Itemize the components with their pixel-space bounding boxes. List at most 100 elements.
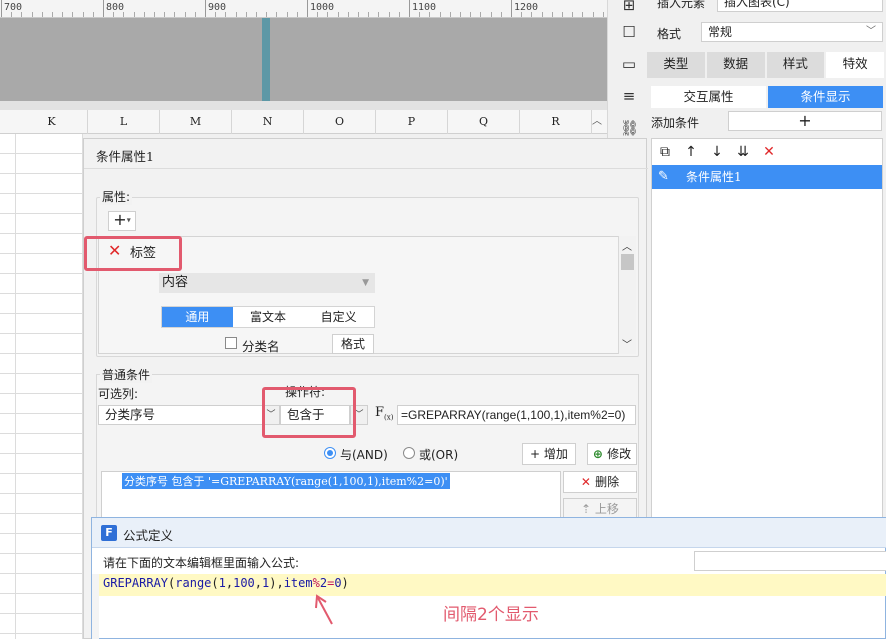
ruler-minor-tick: [562, 12, 563, 17]
column-header-r[interactable]: R: [520, 110, 592, 134]
ruler-minor-tick: [52, 12, 53, 17]
or-label: 或(OR): [419, 448, 459, 462]
column-header-l[interactable]: L: [88, 110, 160, 134]
scroll-up-icon[interactable]: ︿: [622, 238, 632, 253]
sort-down-icon[interactable]: ⇊: [734, 143, 752, 161]
or-radio[interactable]: [403, 447, 415, 459]
format-select[interactable]: 常规 ﹀: [701, 22, 883, 42]
formula-icon[interactable]: F(x): [375, 405, 393, 422]
ruler-minor-tick: [296, 12, 298, 17]
tab-condition-display[interactable]: 条件显示: [768, 86, 883, 108]
tab-data[interactable]: 数据: [706, 52, 765, 78]
ruler-label: 800: [106, 2, 125, 13]
property-group-label: 属性:: [100, 188, 133, 205]
formula-input[interactable]: =GREPARRAY(range(1,100,1),item%2=0): [397, 405, 636, 425]
add-property-button[interactable]: +▾: [108, 211, 136, 231]
link-icon[interactable]: ⛓: [620, 119, 639, 137]
scroll-up-icon[interactable]: ︿: [590, 112, 604, 127]
ruler-label: 1100: [412, 2, 437, 13]
tab-rich-text[interactable]: 富文本: [233, 307, 304, 327]
property-tabs: 类型 数据 样式 特效: [647, 52, 886, 78]
layout-icon[interactable]: ≡: [620, 87, 638, 105]
ruler-minor-tick: [327, 12, 329, 17]
add-button[interactable]: + 增加: [522, 443, 576, 465]
ruler-minor-tick: [317, 12, 319, 17]
canvas-divider: [0, 101, 607, 110]
format-label: 格式: [657, 27, 682, 41]
app-logo-icon: F: [101, 525, 117, 541]
arrow-up-icon[interactable]: ↑: [682, 143, 700, 161]
insert-element-label: 插入元素: [657, 0, 706, 10]
ruler-minor-tick: [235, 12, 237, 17]
ruler-minor-tick: [41, 12, 43, 17]
column-header-n[interactable]: N: [232, 110, 304, 134]
annotation-box-tag: [84, 236, 182, 271]
ruler-label: 1000: [310, 2, 335, 13]
condition-list-item[interactable]: ✎ 条件属性1: [652, 165, 882, 189]
ruler-minor-tick: [531, 12, 533, 17]
arrow-down-icon[interactable]: ↓: [708, 143, 726, 161]
close-icon: ✕: [580, 475, 596, 489]
plus-icon: +: [530, 447, 544, 461]
ruler-minor-tick: [500, 12, 502, 17]
add-condition-button[interactable]: +: [728, 111, 882, 131]
ruler-minor-tick: [551, 12, 553, 17]
ruler: 700 800 900 1000 1100 1200: [0, 0, 607, 18]
ruler-minor-tick: [133, 12, 135, 17]
tab-effects[interactable]: 特效: [826, 52, 884, 78]
ruler-minor-tick: [21, 12, 23, 17]
column-header-p[interactable]: P: [376, 110, 448, 134]
format-button[interactable]: 格式: [332, 334, 374, 354]
square-icon[interactable]: ☐: [620, 23, 638, 41]
canvas-selection-marker[interactable]: [262, 18, 270, 101]
chevron-down-icon: ﹀: [866, 26, 876, 37]
formula-token: ,: [254, 576, 263, 590]
content-select[interactable]: 内容 ▼: [159, 273, 375, 293]
tab-style[interactable]: 样式: [766, 52, 825, 78]
column-header-m[interactable]: M: [160, 110, 232, 134]
tab-type[interactable]: 类型: [647, 52, 705, 78]
ruler-minor-tick: [480, 12, 482, 17]
property-scrollbar[interactable]: ︿ ﹀: [618, 236, 636, 354]
ruler-minor-tick: [419, 12, 421, 17]
sheet-grid[interactable]: [0, 134, 83, 639]
ruler-minor-tick: [92, 12, 94, 17]
ruler-minor-tick: [62, 12, 64, 17]
tab-general[interactable]: 通用: [162, 307, 233, 327]
optional-column-select[interactable]: 分类序号: [98, 405, 280, 425]
ruler-label: 1200: [514, 2, 539, 13]
formula-token: ,: [225, 576, 234, 590]
copy-icon[interactable]: ⧉: [656, 143, 674, 161]
cell-element-icon[interactable]: ⊞: [620, 0, 638, 14]
formula-token: GREPARRAY: [103, 576, 169, 590]
delete-icon[interactable]: ✕: [760, 143, 778, 161]
column-header-o[interactable]: O: [304, 110, 376, 134]
scroll-thumb[interactable]: [621, 254, 634, 270]
ruler-minor-tick: [388, 12, 390, 17]
formula-editor[interactable]: GREPARRAY(range(1,100,1),item%2=0): [99, 574, 886, 596]
formula-search-input[interactable]: [694, 551, 886, 571]
tab-custom[interactable]: 自定义: [303, 307, 374, 327]
condition-list-toolbar: ⧉ ↑ ↓ ⇊ ✕: [656, 143, 778, 161]
ruler-minor-tick: [154, 12, 155, 17]
column-header-k[interactable]: K: [16, 110, 88, 134]
ruler-minor-tick: [378, 12, 380, 17]
and-radio[interactable]: [324, 447, 336, 459]
divider: [84, 168, 648, 169]
ruler-minor-tick: [174, 12, 176, 17]
category-name-checkbox[interactable]: [225, 337, 237, 349]
widget-icon[interactable]: ▭: [620, 55, 638, 73]
design-canvas[interactable]: [0, 18, 607, 101]
ruler-minor-tick: [143, 12, 145, 17]
normal-condition-label: 普通条件: [100, 366, 153, 383]
modify-button[interactable]: ⊕ 修改: [587, 443, 637, 465]
column-header-q[interactable]: Q: [448, 110, 520, 134]
scroll-down-icon[interactable]: ﹀: [622, 336, 632, 351]
ruler-minor-tick: [194, 12, 196, 17]
ruler-minor-tick: [490, 12, 492, 17]
insert-chart-select[interactable]: 插入图表(C) ﹀: [717, 0, 883, 12]
delete-button[interactable]: ✕ 删除: [563, 471, 637, 493]
fx-letter: F: [375, 405, 385, 420]
tab-interaction[interactable]: 交互属性: [651, 86, 766, 108]
condition-entry[interactable]: 分类序号 包含于 '=GREPARRAY(range(1,100,1),item…: [122, 473, 450, 489]
